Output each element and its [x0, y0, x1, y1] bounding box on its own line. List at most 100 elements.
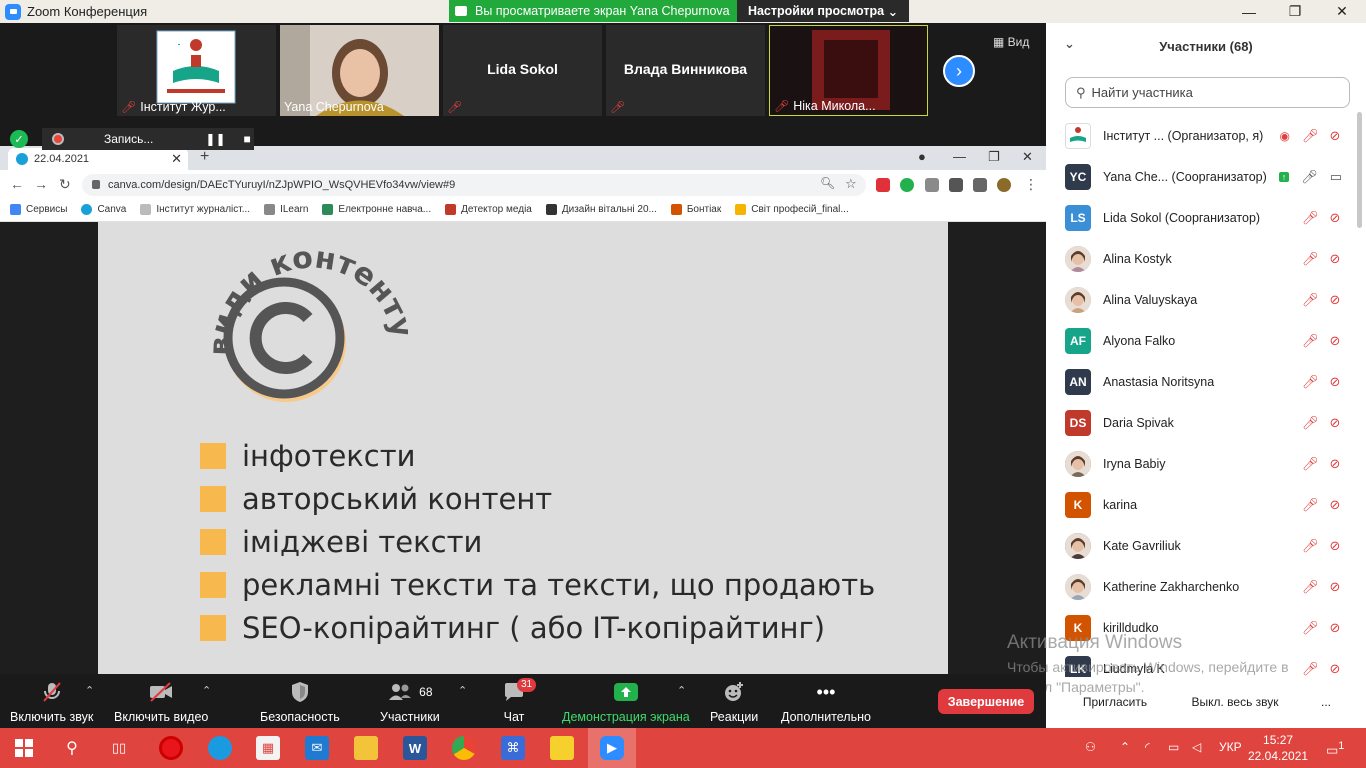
- folder-icon[interactable]: [354, 736, 378, 760]
- language-indicator[interactable]: УКР: [1219, 740, 1242, 754]
- sticky-notes-icon[interactable]: [550, 736, 574, 760]
- video-tile-1[interactable]: Yana Chepurnova: [280, 25, 439, 116]
- more-button[interactable]: ••• Дополнительно: [781, 680, 871, 725]
- participant-row[interactable]: DS Daria Spivak 🎤︎ ⊘: [1046, 402, 1356, 443]
- battery-icon[interactable]: ▭: [1168, 740, 1179, 754]
- mic-muted-icon[interactable]: 🎤︎: [1302, 620, 1319, 636]
- search-icon[interactable]: ⚲: [60, 736, 84, 760]
- participant-row[interactable]: Katherine Zakharchenko 🎤︎ ⊘: [1046, 566, 1356, 607]
- app-icon[interactable]: ⌘: [501, 736, 525, 760]
- task-view-icon[interactable]: ▯▯: [107, 736, 131, 760]
- reload-icon[interactable]: ↻: [59, 176, 71, 193]
- mic-muted-icon[interactable]: 🎤︎: [1302, 456, 1319, 472]
- camera-off-icon[interactable]: ⊘: [1328, 210, 1342, 226]
- close-window-button[interactable]: ✕: [1318, 0, 1366, 23]
- view-settings-button[interactable]: Настройки просмотра ⌄: [737, 0, 909, 22]
- minimize-button[interactable]: —: [1225, 0, 1273, 23]
- camera-off-icon[interactable]: ⊘: [1328, 538, 1342, 554]
- url-field[interactable]: canva.com/design/DAEcTYuruyI/nZJpWPIO_Ws…: [82, 174, 866, 196]
- video-tile-2[interactable]: Lida Sokol 🎤︎: [443, 25, 602, 116]
- participant-row[interactable]: Iryna Babiy 🎤︎ ⊘: [1046, 443, 1356, 484]
- camera-off-icon[interactable]: ⊘: [1328, 579, 1342, 595]
- next-page-button[interactable]: ›: [943, 55, 975, 87]
- start-video-button[interactable]: Включить видео: [114, 680, 208, 724]
- camera-off-icon[interactable]: ⊘: [1328, 661, 1342, 677]
- mic-muted-icon[interactable]: 🎤︎: [1302, 210, 1319, 226]
- zoom-lens-icon[interactable]: 🔍︎: [820, 176, 835, 190]
- participant-row[interactable]: LS Lida Sokol (Соорганизатор) 🎤︎ ⊘: [1046, 197, 1356, 238]
- bookmark-item[interactable]: Електронне навча...: [322, 204, 431, 215]
- participant-search-input[interactable]: ⚲ Найти участника: [1065, 77, 1350, 108]
- mic-muted-icon[interactable]: 🎤︎: [1302, 333, 1319, 349]
- extension-icon[interactable]: [900, 178, 914, 192]
- avatar[interactable]: [997, 178, 1011, 192]
- notification-icon[interactable]: ▭1: [1326, 740, 1344, 758]
- close-tab-icon[interactable]: ✕: [171, 151, 182, 167]
- maximize-button[interactable]: ❐: [1271, 0, 1319, 23]
- taskbar-clock[interactable]: 15:27 22.04.2021: [1248, 732, 1308, 764]
- camera-off-icon[interactable]: ⊘: [1328, 292, 1342, 308]
- video-tile-4[interactable]: 🎤︎ Ніка Микола...: [769, 25, 928, 116]
- windows-start-icon[interactable]: [12, 736, 36, 760]
- mic-muted-icon[interactable]: 🎤︎: [1302, 538, 1319, 554]
- participant-row[interactable]: Інститут ... (Организатор, я) ◉ 🎤︎ ⊘: [1046, 115, 1356, 156]
- camera-off-icon[interactable]: ⊘: [1328, 251, 1342, 267]
- mail-icon[interactable]: ✉: [305, 736, 329, 760]
- security-button[interactable]: Безопасность: [260, 680, 340, 724]
- video-options-caret-icon[interactable]: ⌃: [202, 684, 211, 697]
- edge-icon[interactable]: [208, 736, 232, 760]
- participant-row[interactable]: Alina Kostyk 🎤︎ ⊘: [1046, 238, 1356, 279]
- unmute-button[interactable]: Включить звук: [10, 680, 93, 724]
- bookmark-item[interactable]: Інститут журналіст...: [140, 204, 250, 215]
- bookmark-item[interactable]: Світ професій_final...: [735, 204, 849, 215]
- camera-off-icon[interactable]: ⊘: [1328, 374, 1342, 390]
- collapse-chevron-icon[interactable]: ⌄: [1064, 36, 1075, 52]
- camera-off-icon[interactable]: ⊘: [1328, 620, 1342, 636]
- bookmark-item[interactable]: Бонтіак: [670, 204, 721, 215]
- video-tile-3[interactable]: Влада Винникова 🎤︎: [606, 25, 765, 116]
- bookmark-item[interactable]: Детектор медіа: [445, 204, 532, 215]
- reactions-button[interactable]: Реакции: [710, 680, 758, 724]
- bookmark-item[interactable]: Canva: [81, 204, 126, 215]
- browser-close-button[interactable]: ✕: [1022, 149, 1033, 165]
- share-screen-button[interactable]: Демонстрация экрана: [562, 680, 690, 724]
- extension-icon[interactable]: [949, 178, 963, 192]
- participant-row[interactable]: AF Alyona Falko 🎤︎ ⊘: [1046, 320, 1356, 361]
- browser-minimize-button[interactable]: —: [953, 149, 966, 164]
- video-tile-0[interactable]: 🎤︎ Інститут Жур...: [117, 25, 276, 116]
- camera-icon[interactable]: ▭: [1330, 169, 1342, 185]
- volume-icon[interactable]: ◁: [1192, 740, 1201, 754]
- share-options-caret-icon[interactable]: ⌃: [677, 684, 686, 697]
- browser-maximize-button[interactable]: ❐: [988, 149, 1000, 165]
- word-icon[interactable]: W: [403, 736, 427, 760]
- browser-profile-icon[interactable]: ●: [918, 149, 926, 164]
- view-button[interactable]: ▦ Вид: [993, 35, 1029, 49]
- zoom-taskbar-icon[interactable]: ▶: [588, 728, 636, 768]
- camera-off-icon[interactable]: ⊘: [1328, 456, 1342, 472]
- participant-row[interactable]: Alina Valuyskaya 🎤︎ ⊘: [1046, 279, 1356, 320]
- participant-row[interactable]: AN Anastasia Noritsyna 🎤︎ ⊘: [1046, 361, 1356, 402]
- extension-icon[interactable]: [925, 178, 939, 192]
- participants-button[interactable]: 68 Участники: [380, 680, 440, 724]
- camera-off-icon[interactable]: ⊘: [1328, 333, 1342, 349]
- stop-icon[interactable]: ■: [244, 132, 251, 146]
- bookmark-item[interactable]: Дизайн вітальні 20...: [545, 204, 657, 215]
- more-options-button[interactable]: ...: [1314, 689, 1338, 715]
- chrome-icon[interactable]: [452, 736, 476, 760]
- bookmark-star-icon[interactable]: ☆: [845, 176, 857, 192]
- wifi-icon[interactable]: ◜: [1145, 740, 1150, 754]
- participant-row[interactable]: Kkarina 🎤︎ ⊘: [1046, 484, 1356, 525]
- store-icon[interactable]: ▦: [256, 736, 280, 760]
- camera-off-icon[interactable]: ⊘: [1328, 497, 1342, 513]
- participant-row[interactable]: Kate Gavriliuk 🎤︎ ⊘: [1046, 525, 1356, 566]
- mic-icon[interactable]: 🎤︎: [1301, 169, 1318, 185]
- camera-off-icon[interactable]: ⊘: [1328, 415, 1342, 431]
- camera-off-icon[interactable]: ⊘: [1328, 128, 1342, 144]
- panel-scrollbar[interactable]: [1357, 112, 1362, 228]
- extension-icon[interactable]: [876, 178, 890, 192]
- encryption-shield-icon[interactable]: ✓: [10, 130, 28, 148]
- people-tray-icon[interactable]: ⚇: [1085, 740, 1096, 754]
- back-icon[interactable]: ←: [10, 176, 24, 192]
- end-meeting-button[interactable]: Завершение: [938, 689, 1034, 714]
- mic-muted-icon[interactable]: 🎤︎: [1302, 374, 1319, 390]
